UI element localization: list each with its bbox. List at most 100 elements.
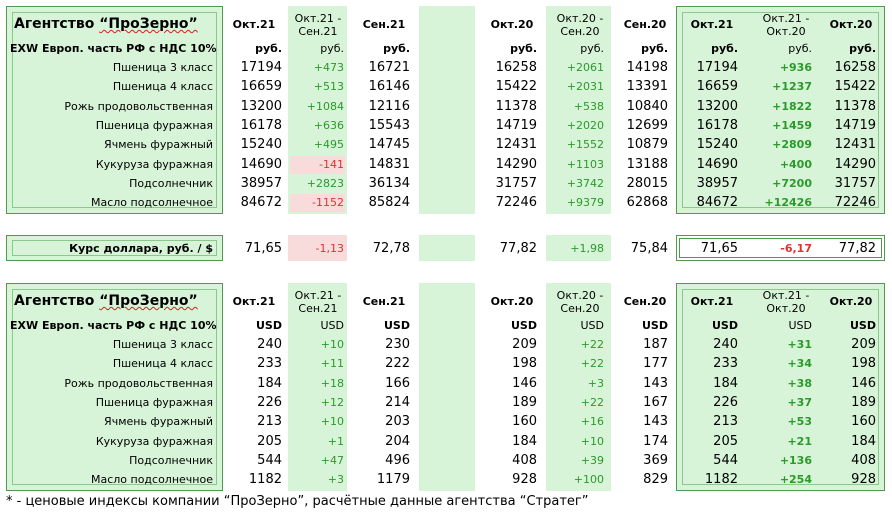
usd-cell-2-3: 146 (512, 375, 537, 391)
usd-cell-7-7: +254 (779, 473, 812, 487)
usd-cell-4-4: +16 (580, 415, 604, 429)
rub-cell-2-6: 13200 (696, 98, 738, 114)
rub-cell-0-2: 16721 (368, 60, 410, 75)
usd-header-8: Окт.20 (829, 295, 873, 308)
rub-cell-3-0: 16178 (240, 117, 282, 133)
rub-cell-6-6: 38957 (696, 175, 738, 191)
usd-cell-0-1: +10 (320, 338, 344, 351)
rub-cell-0-6: 17194 (696, 60, 738, 75)
usd-cell-5-7: +21 (787, 434, 812, 448)
usd-cell-6-6: 544 (713, 452, 738, 468)
rub-empty-col-bg (419, 6, 475, 214)
usd-cell-6-0: 544 (257, 452, 282, 468)
rub-unit-8: руб. (849, 42, 876, 55)
usd-cell-6-5: 369 (643, 452, 668, 468)
rub-cell-0-1: +473 (313, 61, 344, 74)
rub-cell-7-8: 72246 (834, 195, 876, 211)
rub-cell-6-0: 38957 (240, 175, 282, 191)
usd-cell-3-5: 167 (643, 394, 668, 410)
rub-cell-1-0: 16659 (240, 79, 282, 95)
usd-cell-5-3: 184 (512, 433, 537, 449)
usd-cell-4-1: +10 (320, 415, 344, 429)
usd-cell-3-7: +37 (787, 395, 812, 409)
usd-cell-3-1: +12 (320, 395, 344, 409)
fx-value-4: 77,82 (499, 241, 537, 256)
rub-cell-6-8: 31757 (834, 175, 876, 191)
rub-cell-6-3: 31757 (495, 175, 537, 191)
usd-cell-7-8: 928 (851, 472, 876, 488)
usd-cell-4-0: 213 (257, 414, 282, 430)
usd-cell-2-7: +38 (787, 376, 812, 390)
agency-title-name: “ПроЗерно” (99, 293, 198, 309)
usd-cell-6-3: 408 (512, 452, 537, 468)
rub-cell-6-2: 36134 (368, 175, 410, 191)
rub-product-2: Рожь продовольственная (64, 99, 213, 113)
rub-unit-4: руб. (580, 42, 604, 55)
rub-cell-3-5: 12699 (626, 117, 668, 133)
rub-cell-7-4: +9379 (566, 196, 604, 210)
usd-cell-0-4: +22 (580, 338, 604, 351)
rub-product-5: Кукуруза фуражная (95, 157, 213, 171)
usd-cell-4-5: 143 (643, 414, 668, 430)
usd-cell-1-2: 222 (385, 356, 410, 372)
rub-cell-7-5: 62868 (626, 195, 668, 211)
usd-cell-7-6: 1182 (704, 472, 738, 488)
usd-cell-5-1: +1 (327, 434, 344, 448)
usd-cell-6-7: +136 (779, 453, 812, 467)
usd-cell-1-8: 198 (851, 356, 876, 372)
usd-unit-6: USD (712, 319, 738, 332)
rub-cell-6-1: +2823 (306, 176, 344, 190)
usd-cell-4-3: 160 (512, 414, 537, 430)
rub-cell-3-3: 14719 (495, 117, 537, 133)
usd-cell-0-0: 240 (257, 337, 282, 352)
rub-cell-5-8: 14290 (834, 156, 876, 172)
rub-cell-5-1: -141 (319, 157, 344, 171)
usd-cell-6-8: 408 (851, 452, 876, 468)
rub-cell-2-4: +538 (573, 99, 604, 113)
rub-cell-4-5: 10879 (626, 137, 668, 153)
usd-cell-0-2: 230 (385, 337, 410, 352)
usd-cell-0-5: 187 (643, 337, 668, 352)
fx-value-1: -1,13 (315, 242, 344, 255)
rub-cell-3-1: +636 (313, 118, 344, 132)
rub-cell-7-2: 85824 (368, 195, 410, 211)
rub-cell-5-6: 14690 (696, 156, 738, 172)
rub-unit-2: руб. (383, 42, 410, 55)
rub-cell-4-7: +2809 (772, 138, 812, 152)
rub-cell-7-7: +12426 (764, 196, 813, 210)
rub-header-2: Сен.21 (362, 18, 406, 31)
usd-cell-7-0: 1182 (248, 472, 282, 488)
rub-cell-3-7: +1459 (772, 118, 812, 132)
usd-unit-4: USD (580, 319, 604, 332)
agency-title-prefix: Агентство (14, 16, 100, 32)
usd-product-5: Кукуруза фуражная (95, 434, 213, 448)
usd-cell-0-3: 209 (512, 337, 537, 352)
rub-cell-0-4: +2061 (566, 61, 604, 74)
usd-cell-1-5: 177 (643, 356, 668, 372)
usd-cell-3-0: 226 (257, 394, 282, 410)
rub-cell-7-1: -1152 (312, 196, 344, 210)
fx-value-6: 75,84 (630, 241, 668, 256)
usd-cell-1-3: 198 (512, 356, 537, 372)
usd-cell-3-3: 189 (512, 394, 537, 410)
usd-cell-5-5: 174 (643, 433, 668, 449)
fx-value-7: 71,65 (700, 241, 738, 256)
usd-cell-6-2: 496 (385, 452, 410, 468)
rub-cell-4-6: 15240 (696, 137, 738, 153)
usd-cell-5-0: 205 (257, 433, 282, 449)
usd-cell-7-1: +3 (327, 473, 344, 487)
fx-value-9: 77,82 (838, 241, 876, 256)
rub-product-7: Масло подсолнечное (90, 196, 213, 210)
usd-cell-1-1: +11 (320, 357, 344, 371)
usd-cell-1-6: 233 (713, 356, 738, 372)
rub-cell-0-7: +936 (779, 61, 812, 74)
usd-product-1: Пшеница 4 класс (112, 357, 213, 371)
rub-cell-6-4: +3742 (566, 176, 604, 190)
usd-cell-5-6: 205 (713, 433, 738, 449)
rub-unit-6: руб. (711, 42, 738, 55)
usd-cell-3-6: 226 (713, 394, 738, 410)
footnote: * - ценовые индексы компании “ПроЗерно”,… (6, 494, 589, 509)
agency-title-prefix: Агентство (14, 293, 100, 309)
rub-cell-2-2: 12116 (368, 98, 410, 114)
rub-cell-7-3: 72246 (495, 195, 537, 211)
